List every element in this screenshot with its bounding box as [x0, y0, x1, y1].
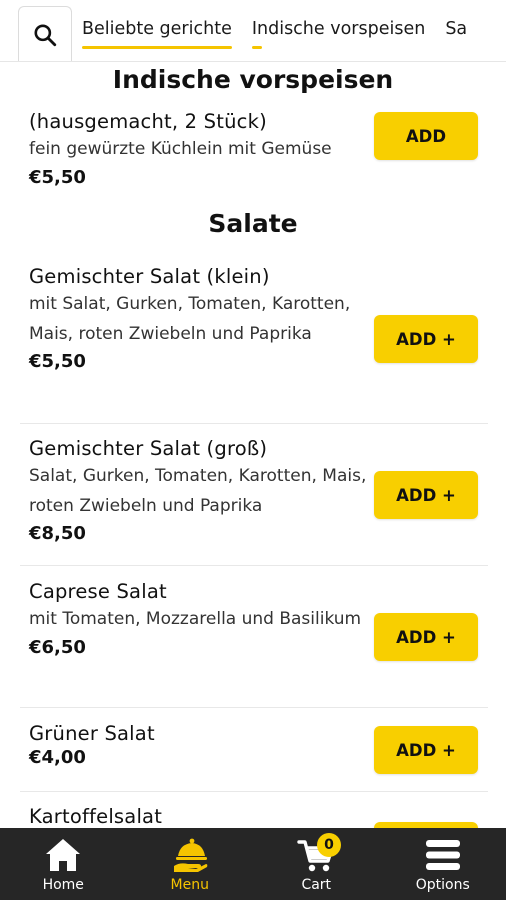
divider — [20, 565, 488, 566]
nav-label-cart: Cart — [301, 877, 332, 893]
menu-list[interactable]: Indische vorspeisen (hausgemacht, 2 Stüc… — [0, 62, 506, 828]
divider — [20, 707, 488, 708]
nav-options[interactable]: Options — [380, 828, 506, 900]
tab-salate[interactable]: Sa — [445, 19, 467, 43]
category-bar: Beliebte gerichte Indische vorspeisen Sa — [0, 0, 506, 62]
add-button[interactable]: ADD + — [374, 471, 478, 519]
nav-home[interactable]: Home — [0, 828, 127, 900]
bottom-navigation: Home Menu 0 Cart Options — [0, 828, 506, 900]
nav-label-menu: Menu — [170, 877, 209, 893]
add-button[interactable]: ADD — [374, 112, 478, 160]
add-button[interactable]: ADD + — [374, 315, 478, 363]
item-name: Gemischter Salat (groß) — [29, 437, 268, 460]
search-icon — [34, 23, 57, 46]
category-tabs: Beliebte gerichte Indische vorspeisen Sa — [82, 0, 487, 61]
item-description: mit Salat, Gurken, Tomaten, Karotten, Ma… — [29, 294, 351, 344]
tab-indische-vorspeisen[interactable]: Indische vorspeisen — [251, 19, 425, 49]
cart-count-badge: 0 — [317, 833, 341, 857]
section-title-salate: Salate — [208, 209, 298, 238]
menu-cloche-icon — [173, 838, 208, 872]
tab-beliebte-gerichte[interactable]: Beliebte gerichte — [82, 19, 232, 49]
nav-label-home: Home — [42, 877, 84, 893]
nav-menu[interactable]: Menu — [127, 828, 254, 900]
options-icon — [425, 840, 460, 870]
nav-cart[interactable]: 0 Cart — [253, 828, 380, 900]
item-description: Salat, Gurken, Tomaten, Karotten, Mais, … — [29, 466, 367, 516]
divider — [20, 423, 488, 424]
item-price: €8,50 — [29, 523, 86, 544]
item-name: Caprese Salat — [29, 580, 167, 603]
add-button[interactable]: ADD + — [374, 613, 478, 661]
home-icon — [46, 839, 81, 871]
search-button[interactable] — [18, 6, 72, 61]
item-name: Gemischter Salat (klein) — [29, 265, 270, 288]
item-description: fein gewürzte Küchlein mit Gemüse — [29, 139, 332, 159]
item-description: mit Tomaten, Mozzarella und Basilikum — [29, 609, 362, 629]
item-price: €5,50 — [29, 166, 86, 188]
divider — [20, 791, 488, 792]
add-button[interactable]: ADD + — [374, 726, 478, 774]
nav-label-options: Options — [415, 877, 470, 893]
section-title-indische-vorspeisen: Indische vorspeisen — [112, 65, 394, 94]
